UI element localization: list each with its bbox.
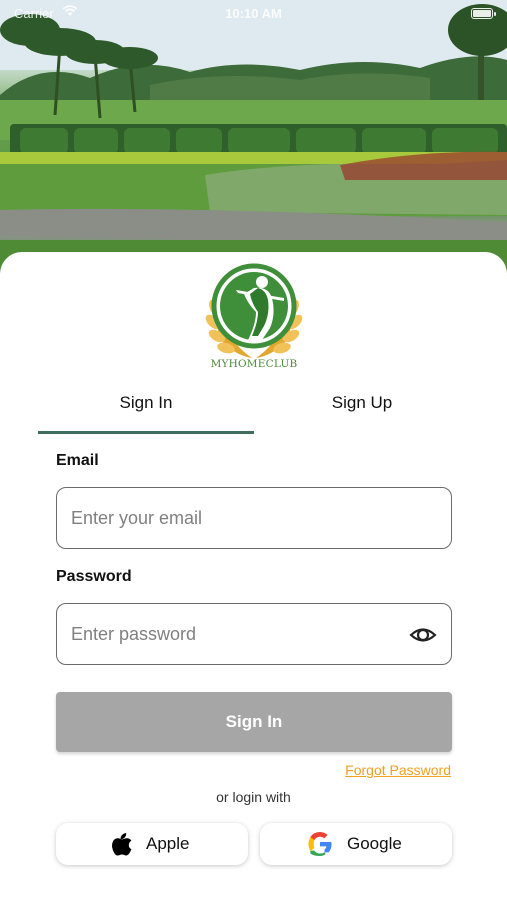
or-login-with-text: or login with bbox=[216, 789, 291, 805]
password-field-container bbox=[56, 603, 452, 665]
password-label: Password bbox=[56, 568, 132, 585]
golfer-wreath-logo-icon bbox=[205, 263, 303, 358]
apple-label: Apple bbox=[146, 834, 190, 853]
tab-sign-up[interactable]: Sign Up bbox=[254, 388, 470, 434]
sign-in-button[interactable]: Sign In bbox=[56, 692, 452, 752]
status-time: 10:10 AM bbox=[225, 6, 282, 21]
hero-golf-course-image bbox=[0, 0, 507, 285]
password-input[interactable] bbox=[71, 604, 391, 664]
tab-sign-in[interactable]: Sign In bbox=[38, 388, 254, 434]
logo-wordmark: MYHOMECLUB bbox=[210, 358, 298, 370]
auth-tabs: Sign In Sign Up bbox=[38, 388, 470, 434]
auth-card: MYHOMECLUB Sign In Sign Up Email Passwor… bbox=[0, 252, 507, 900]
apple-login-button[interactable]: Apple bbox=[56, 823, 248, 865]
google-login-button[interactable]: Google bbox=[260, 823, 452, 865]
apple-icon bbox=[112, 833, 132, 856]
google-icon bbox=[308, 832, 332, 856]
battery-icon bbox=[471, 8, 496, 19]
status-bar: Carrier 10:10 AM bbox=[0, 0, 507, 28]
google-label: Google bbox=[347, 834, 402, 853]
forgot-password-link[interactable]: Forgot Password bbox=[345, 762, 451, 778]
email-field-container bbox=[56, 487, 452, 549]
email-input[interactable] bbox=[71, 488, 391, 548]
show-password-eye-icon[interactable] bbox=[409, 621, 437, 649]
email-label: Email bbox=[56, 452, 99, 469]
tab-active-indicator bbox=[38, 431, 254, 434]
